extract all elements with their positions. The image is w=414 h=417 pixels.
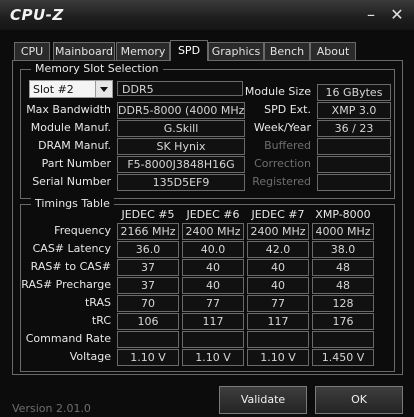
tras-label: tRAS <box>84 296 111 309</box>
memory-slot-group: Memory Slot Selection Slot #2 DDR5 Max B… <box>20 62 395 199</box>
dram-manuf-field: SK Hynix <box>117 138 245 155</box>
chevron-down-icon[interactable] <box>95 81 112 97</box>
slot-select-value: Slot #2 <box>33 83 74 96</box>
timing-cell: 37 <box>117 277 179 294</box>
trc-label: tRC <box>91 314 111 327</box>
timing-cell: 40.0 <box>182 241 244 258</box>
ras-to-cas-label: RAS# to CAS# <box>30 260 111 273</box>
voltage-label: Voltage <box>69 350 111 363</box>
timing-cell: 2400 MHz <box>182 223 244 240</box>
spd-panel: Memory Slot Selection Slot #2 DDR5 Max B… <box>12 60 403 375</box>
dram-manuf-label: DRAM Manuf. <box>38 139 111 152</box>
column-header: JEDEC #6 <box>186 208 240 221</box>
timings-group-title: Timings Table <box>31 197 114 211</box>
timing-cell: 128 <box>312 295 374 312</box>
title-bar[interactable]: CPU-Z – ✕ <box>0 0 414 30</box>
registered-label: Registered <box>252 175 311 188</box>
tab-cpu[interactable]: CPU <box>14 42 50 60</box>
tab-bar: CPU Mainboard Memory SPD Graphics Bench … <box>12 40 402 61</box>
serial-number-field: 135D5EF9 <box>117 174 245 191</box>
module-size-field: 16 GBytes <box>317 84 391 101</box>
timing-cell: 40 <box>247 277 309 294</box>
timing-cell: 4000 MHz <box>312 223 374 240</box>
module-manuf-field: G.Skill <box>117 120 245 137</box>
timing-cell <box>117 331 179 348</box>
app-title: CPU-Z <box>10 6 64 24</box>
ras-precharge-label: RAS# Precharge <box>21 278 111 291</box>
timing-cell: 77 <box>182 295 244 312</box>
timing-cell: 1.10 V <box>247 349 309 366</box>
timing-cell <box>312 331 374 348</box>
tab-about[interactable]: About <box>310 42 356 60</box>
timings-group: Timings Table JEDEC #5 JEDEC #6 JEDEC #7… <box>20 197 395 372</box>
module-size-label: Module Size <box>244 85 311 98</box>
cas-latency-label: CAS# Latency <box>32 242 111 255</box>
week-year-field: 36 / 23 <box>317 120 391 137</box>
timing-cell: 40 <box>182 259 244 276</box>
buffered-label: Buffered <box>264 139 311 152</box>
timing-cell: 40 <box>247 259 309 276</box>
timing-cell: 38.0 <box>312 241 374 258</box>
timing-cell: 176 <box>312 313 374 330</box>
frequency-label: Frequency <box>54 224 111 237</box>
command-rate-label: Command Rate <box>25 332 111 345</box>
timing-cell: 37 <box>117 259 179 276</box>
spd-ext-field: XMP 3.0 <box>317 102 391 119</box>
column-header: JEDEC #5 <box>121 208 175 221</box>
buffered-field <box>317 138 391 155</box>
max-bandwidth-field: DDR5-8000 (4000 MHz) <box>117 102 245 119</box>
minimize-button[interactable]: – <box>360 4 382 26</box>
part-number-field: F5-8000J3848H16G <box>117 156 245 173</box>
serial-number-label: Serial Number <box>32 175 111 188</box>
timing-cell: 2166 MHz <box>117 223 179 240</box>
tab-spd[interactable]: SPD <box>170 40 208 61</box>
tab-bench[interactable]: Bench <box>264 42 310 60</box>
memory-slot-group-title: Memory Slot Selection <box>31 62 163 76</box>
correction-field <box>317 156 391 173</box>
tab-memory[interactable]: Memory <box>116 42 170 60</box>
timing-cell: 106 <box>117 313 179 330</box>
version-label: Version 2.01.0 <box>12 402 91 415</box>
timing-cell: 117 <box>247 313 309 330</box>
week-year-label: Week/Year <box>253 121 311 134</box>
tab-mainboard[interactable]: Mainboard <box>53 42 115 60</box>
timing-cell: 117 <box>182 313 244 330</box>
part-number-label: Part Number <box>41 157 111 170</box>
timing-cell: 36.0 <box>117 241 179 258</box>
timing-cell: 1.10 V <box>117 349 179 366</box>
column-header: XMP-8000 <box>315 208 371 221</box>
spd-ext-label: SPD Ext. <box>264 103 311 116</box>
close-button[interactable]: ✕ <box>386 4 408 26</box>
timing-cell: 77 <box>247 295 309 312</box>
tab-graphics[interactable]: Graphics <box>208 42 264 60</box>
timing-cell: 40 <box>182 277 244 294</box>
module-manuf-label: Module Manuf. <box>30 121 111 134</box>
timing-cell: 48 <box>312 277 374 294</box>
timing-cell: 48 <box>312 259 374 276</box>
timing-cell: 70 <box>117 295 179 312</box>
ok-button[interactable]: OK <box>315 386 403 414</box>
correction-label: Correction <box>254 157 311 170</box>
max-bandwidth-label: Max Bandwidth <box>26 103 111 116</box>
timing-cell: 1.10 V <box>182 349 244 366</box>
column-header: JEDEC #7 <box>251 208 305 221</box>
timing-cell: 1.450 V <box>312 349 374 366</box>
timing-cell <box>247 331 309 348</box>
timing-cell <box>182 331 244 348</box>
memory-type-field: DDR5 <box>117 81 243 96</box>
validate-button[interactable]: Validate <box>219 386 307 414</box>
timing-cell: 2400 MHz <box>247 223 309 240</box>
timing-cell: 42.0 <box>247 241 309 258</box>
slot-select[interactable]: Slot #2 <box>29 80 113 98</box>
registered-field <box>317 174 391 191</box>
